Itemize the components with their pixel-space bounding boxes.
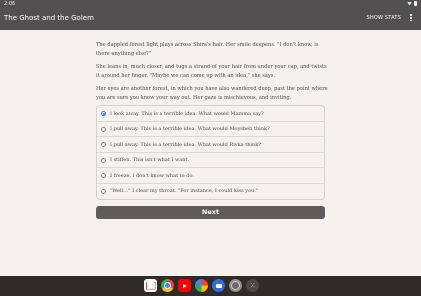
story-paragraph: She leans in, much closer, and tugs a st… [96,63,327,79]
choice-label: I stiffen. This isn't what I want. [110,157,190,163]
choice-label: I pull away. This is a terrible idea. Wh… [110,141,261,148]
choice-list: I look away. This is a terrible idea. Wh… [96,105,325,200]
app-title: The Ghost and the Golem [4,14,94,22]
status-bar: 2:06 [0,0,421,8]
overflow-menu-icon[interactable] [409,13,413,25]
status-time: 2:06 [4,1,16,7]
radio-button[interactable] [101,173,106,178]
wifi-icon [407,1,412,6]
gmail-icon[interactable] [144,279,157,292]
app-bar: The Ghost and the Golem SHOW STATS [0,8,421,30]
photos-icon[interactable] [195,279,208,292]
radio-button[interactable] [101,157,106,163]
next-button[interactable]: Next [96,206,325,219]
choice-option[interactable]: I pull away. This is a terrible idea. Wh… [97,122,324,137]
system-indicators [407,1,417,6]
choice-option[interactable]: I stiffen. This isn't what I want. [97,153,324,168]
messages-icon[interactable] [212,279,225,292]
choice-label: "Well…" I clear my throat. "For instance… [110,188,259,194]
radio-button[interactable] [101,142,106,147]
choice-option[interactable]: I pull away. This is a terrible idea. Wh… [97,137,324,153]
taskbar [0,276,421,296]
chrome-icon[interactable] [161,279,174,292]
choice-option[interactable]: I freeze. I don't know what to do. [97,168,324,184]
choice-label: I look away. This is a terrible idea. Wh… [110,110,264,117]
choice-option[interactable]: "Well…" I clear my throat. "For instance… [97,184,324,200]
app-launcher-icon[interactable] [246,279,259,292]
story-paragraph: The dappled forest light plays across Sh… [96,42,319,57]
show-stats-button[interactable]: SHOW STATS [366,15,401,21]
files-icon[interactable] [229,279,242,292]
choice-option[interactable]: I look away. This is a terrible idea. Wh… [97,106,324,122]
radio-button[interactable] [101,111,106,116]
radio-button[interactable] [101,188,106,194]
story-text: The dappled forest light plays across Sh… [96,41,328,107]
app-dock [144,279,259,292]
battery-icon [414,1,417,6]
story-paragraph: Her eyes are another forest, in which yo… [96,85,328,101]
choice-label: I pull away. This is a terrible idea. Wh… [110,126,270,132]
youtube-icon[interactable] [178,279,191,292]
radio-button[interactable] [101,126,106,132]
choice-label: I freeze. I don't know what to do. [110,172,194,179]
